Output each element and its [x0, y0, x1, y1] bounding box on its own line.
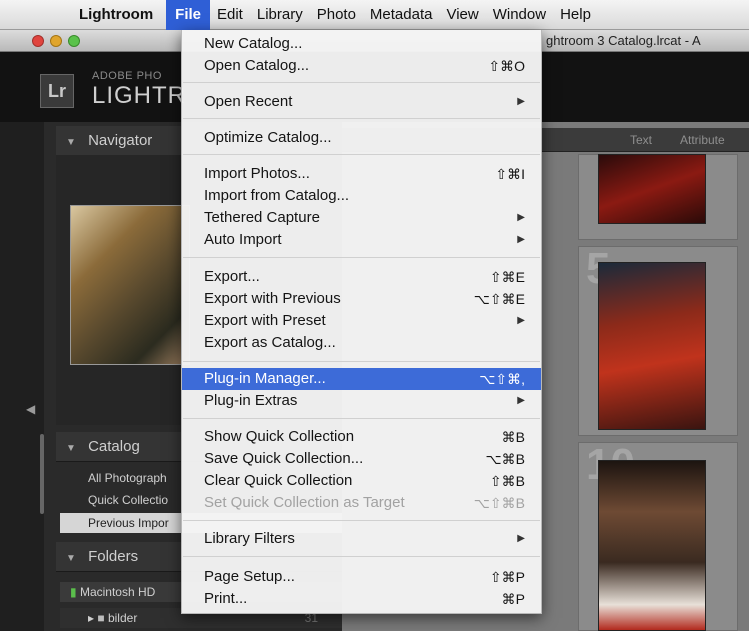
shortcut-label: ⌥⇧⌘,: [479, 371, 525, 387]
menu-separator: [183, 257, 540, 258]
zoom-window-button[interactable]: [68, 35, 80, 47]
navigator-label: Navigator: [88, 132, 153, 149]
volume-indicator-icon: ▮: [70, 585, 77, 599]
submenu-arrow-icon: ▶: [517, 212, 525, 223]
lightroom-brand-small: ADOBE PHO: [92, 70, 162, 82]
shortcut-label: ⇧⌘P: [489, 569, 525, 585]
disclosure-triangle-icon: ▼: [66, 137, 76, 148]
menu-item-import-photos[interactable]: Import Photos... ⇧⌘I: [182, 163, 541, 185]
menu-item-export-with-previous[interactable]: Export with Previous ⌥⇧⌘E: [182, 288, 541, 310]
submenu-arrow-icon: ▶: [517, 315, 525, 326]
file-menu-dropdown: New Catalog... Open Catalog... ⇧⌘O Open R…: [181, 30, 542, 614]
minimize-window-button[interactable]: [50, 35, 62, 47]
menu-item-export[interactable]: Export... ⇧⌘E: [182, 266, 541, 288]
shortcut-label: ⌘B: [501, 429, 525, 445]
folder-volume-label: Macintosh HD: [79, 585, 156, 599]
menu-view[interactable]: View: [439, 0, 485, 30]
lightroom-brand-big: LIGHTR: [92, 82, 187, 109]
filter-attribute-tab[interactable]: Attribute: [680, 133, 725, 147]
catalog-label: Catalog: [88, 438, 140, 455]
menu-item-show-quick-collection[interactable]: Show Quick Collection ⌘B: [182, 426, 541, 448]
shortcut-label: ⇧⌘B: [489, 473, 525, 489]
menu-item-library-filters[interactable]: Library Filters ▶: [182, 528, 541, 550]
shortcut-label: ⌘P: [501, 591, 525, 607]
window-title: ghtroom 3 Catalog.lrcat - A: [546, 33, 701, 48]
left-panel-edge: [0, 122, 44, 631]
menu-item-save-quick-collection[interactable]: Save Quick Collection... ⌥⌘B: [182, 448, 541, 470]
disclosure-triangle-icon: ▼: [66, 443, 76, 454]
folder-item-label: bilder: [107, 611, 138, 625]
folder-icon: ■: [97, 611, 105, 625]
menu-window[interactable]: Window: [486, 0, 553, 30]
shortcut-label: ⌥⌘B: [485, 451, 525, 467]
menu-item-tethered-capture[interactable]: Tethered Capture ▶: [182, 207, 541, 229]
menu-metadata[interactable]: Metadata: [363, 0, 440, 30]
shortcut-label: ⇧⌘O: [488, 58, 525, 74]
menu-item-open-catalog[interactable]: Open Catalog... ⇧⌘O: [182, 55, 541, 77]
left-panel-scrollbar[interactable]: [40, 434, 44, 514]
menu-separator: [183, 361, 540, 362]
menu-item-set-quick-collection-target: Set Quick Collection as Target ⌥⇧⌘B: [182, 492, 541, 514]
menu-separator: [183, 154, 540, 155]
filter-text-tab[interactable]: Text: [630, 133, 652, 147]
photo-thumbnail[interactable]: [598, 154, 706, 224]
menu-item-plugin-manager[interactable]: Plug-in Manager... ⌥⇧⌘,: [182, 368, 541, 390]
menu-lightroom[interactable]: Lightroom: [72, 0, 160, 30]
submenu-arrow-icon: ▶: [517, 234, 525, 245]
disclosure-triangle-icon: ▼: [66, 553, 76, 564]
menu-item-clear-quick-collection[interactable]: Clear Quick Collection ⇧⌘B: [182, 470, 541, 492]
menu-separator: [183, 418, 540, 419]
menu-item-export-as-catalog[interactable]: Export as Catalog...: [182, 332, 541, 354]
menu-item-open-recent[interactable]: Open Recent ▶: [182, 91, 541, 113]
folders-label: Folders: [88, 548, 139, 565]
menu-photo[interactable]: Photo: [310, 0, 363, 30]
menu-item-import-from-catalog[interactable]: Import from Catalog...: [182, 185, 541, 207]
menu-separator: [183, 82, 540, 83]
menu-library[interactable]: Library: [250, 0, 310, 30]
menu-item-optimize-catalog[interactable]: Optimize Catalog...: [182, 127, 541, 149]
submenu-arrow-icon: ▶: [517, 395, 525, 406]
lightroom-logo: Lr: [40, 74, 74, 108]
expand-triangle-icon: ▸: [88, 611, 95, 625]
menu-help[interactable]: Help: [553, 0, 598, 30]
menu-item-page-setup[interactable]: Page Setup... ⇧⌘P: [182, 566, 541, 588]
menu-item-plugin-extras[interactable]: Plug-in Extras ▶: [182, 390, 541, 412]
photo-thumbnail[interactable]: [598, 460, 706, 631]
menu-separator: [183, 520, 540, 521]
menu-file[interactable]: File: [166, 0, 210, 30]
submenu-arrow-icon: ▶: [517, 533, 525, 544]
menu-item-new-catalog[interactable]: New Catalog...: [182, 33, 541, 55]
menu-item-export-with-preset[interactable]: Export with Preset ▶: [182, 310, 541, 332]
menu-item-auto-import[interactable]: Auto Import ▶: [182, 229, 541, 251]
submenu-arrow-icon: ▶: [517, 96, 525, 107]
shortcut-label: ⇧⌘I: [495, 166, 525, 182]
left-panel-toggle-icon[interactable]: ◀: [26, 402, 35, 416]
shortcut-label: ⇧⌘E: [489, 269, 525, 285]
photo-thumbnail[interactable]: [598, 262, 706, 430]
navigator-photo: [70, 205, 190, 365]
menu-bar: Lightroom File Edit Library Photo Metada…: [0, 0, 749, 30]
menu-separator: [183, 556, 540, 557]
shortcut-label: ⌥⇧⌘E: [473, 291, 525, 307]
close-window-button[interactable]: [32, 35, 44, 47]
menu-edit[interactable]: Edit: [210, 0, 250, 30]
shortcut-label: ⌥⇧⌘B: [473, 495, 525, 511]
menu-item-print[interactable]: Print... ⌘P: [182, 588, 541, 610]
menu-separator: [183, 118, 540, 119]
